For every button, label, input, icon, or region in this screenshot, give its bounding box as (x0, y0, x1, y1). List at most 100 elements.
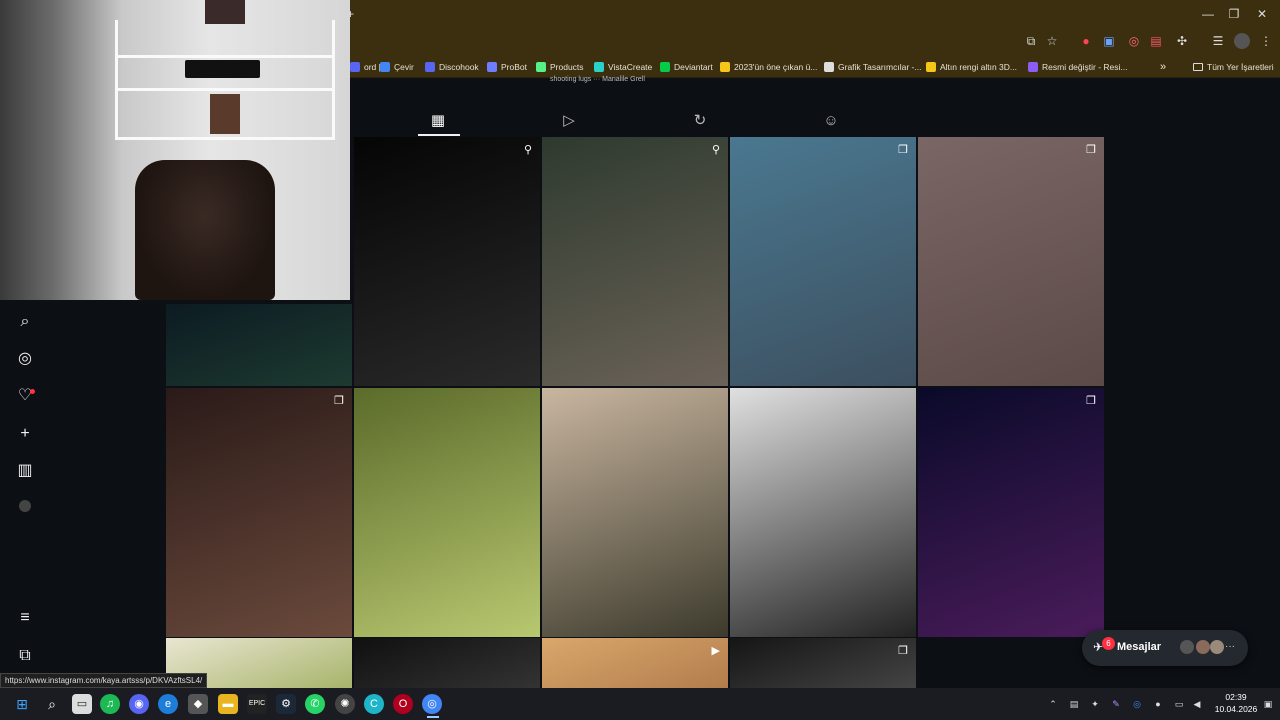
shelf-board (115, 88, 335, 91)
pinned-icon: ⚲ (523, 144, 532, 156)
webcam-overlay (0, 0, 350, 300)
opera-icon[interactable]: O (393, 694, 413, 714)
bookmark-favicon-icon (720, 62, 730, 72)
tray-overflow-chevron[interactable]: ⌃ (1047, 698, 1059, 710)
bookmark-favicon-icon (594, 62, 604, 72)
leather-chair (135, 160, 275, 300)
post-6[interactable]: ❐ (166, 388, 352, 637)
bookmark-star-icon[interactable]: ☆ (1044, 33, 1060, 49)
shelf-board (115, 55, 335, 58)
extensions-puzzle-icon[interactable]: ✣ (1174, 33, 1190, 49)
bookmark-favicon-icon (425, 62, 435, 72)
steam-icon[interactable]: ⚙ (276, 694, 296, 714)
profile-avatar[interactable] (14, 497, 36, 519)
bookmarks-overflow-chevron[interactable]: » (1160, 59, 1166, 75)
chrome-icon[interactable]: ◎ (422, 694, 442, 714)
bookmark-item[interactable]: ProBot (487, 59, 527, 75)
bookmark-item[interactable]: ord | (350, 59, 381, 75)
reel-icon: ▶ (711, 645, 720, 657)
extension-target-icon[interactable]: ◎ (1126, 33, 1142, 49)
bookmark-item[interactable]: Grafik Tasarımcılar -... (824, 59, 921, 75)
post-7[interactable] (354, 388, 540, 637)
search-taskbar-icon[interactable]: ⌕ (42, 694, 62, 714)
file-explorer-icon[interactable]: ▬ (218, 694, 238, 714)
carousel-icon: ❐ (1086, 395, 1096, 407)
task-view-icon[interactable]: ▭ (72, 694, 92, 714)
browser-menu-icon[interactable]: ⋮ (1258, 33, 1274, 49)
install-app-icon[interactable]: ⧉ (1023, 33, 1039, 49)
app-icon[interactable]: ◆ (188, 694, 208, 714)
post-9[interactable] (730, 388, 916, 637)
bookmark-item[interactable]: Altın rengi altın 3D... (926, 59, 1017, 75)
bookmark-item[interactable]: VistaCreate (594, 59, 652, 75)
tray-icon[interactable]: ✎ (1110, 698, 1122, 710)
tray-chrome-icon[interactable]: ◎ (1131, 698, 1143, 710)
insights-icon[interactable]: ▥ (14, 460, 36, 482)
microphone-icon[interactable]: ● (1152, 698, 1164, 710)
network-icon[interactable]: ▭ (1173, 698, 1185, 710)
post-12[interactable] (354, 638, 540, 688)
restore-button[interactable]: ❐ (1224, 4, 1244, 24)
taskbar-clock[interactable]: 02:39 10.04.2026 (1206, 691, 1266, 715)
extension-pdf-icon[interactable]: ▤ (1148, 33, 1164, 49)
more-menu-icon[interactable]: ≡ (14, 607, 36, 629)
volume-icon[interactable]: ◀ (1191, 698, 1203, 710)
bookmark-label: Altın rengi altın 3D... (940, 62, 1018, 72)
tray-icon[interactable]: ✦ (1089, 698, 1101, 710)
search-icon[interactable]: ⌕ (14, 311, 36, 333)
epic-games-icon[interactable]: EPIC (247, 694, 267, 714)
start-windows-icon[interactable]: ⊞ (12, 694, 32, 714)
notification-center-icon[interactable]: ▣ (1262, 698, 1274, 710)
post-2[interactable]: ⚲ (354, 137, 540, 386)
tab-reposts-icon[interactable]: ↻ (690, 111, 710, 131)
bookmark-item[interactable]: Products (536, 59, 584, 75)
tray-icon[interactable]: ▤ (1068, 698, 1080, 710)
carousel-icon: ❐ (334, 395, 344, 407)
extension-translate-icon[interactable]: ▣ (1101, 33, 1117, 49)
bookmark-label: VistaCreate (608, 62, 653, 72)
moon-phase-lamp (185, 60, 260, 78)
bookmark-item[interactable]: Resmi değiştir - Resi... (1028, 59, 1128, 75)
edge-icon[interactable]: e (158, 694, 178, 714)
messages-count-badge: 6 (1102, 637, 1115, 650)
canva-icon[interactable]: C (364, 694, 384, 714)
chatgpt-icon[interactable]: ✺ (335, 694, 355, 714)
bookmark-label: Products (550, 62, 584, 72)
bookmark-favicon-icon (350, 62, 360, 72)
clock-time: 02:39 (1225, 692, 1247, 702)
tab-tagged-icon[interactable]: ☺ (821, 111, 841, 131)
post-13[interactable]: ▶ (542, 638, 728, 688)
tab-posts-grid-icon[interactable]: ▦ (428, 111, 448, 131)
bookmark-label: 2023'ün öne çıkan ü... (734, 62, 818, 72)
post-4[interactable]: ❐ (730, 137, 916, 386)
bookmark-label: Discohook (439, 62, 479, 72)
spotify-icon[interactable]: ♫ (100, 694, 120, 714)
extension-record-icon[interactable]: ● (1078, 33, 1094, 49)
bookmark-item[interactable]: Deviantart (660, 59, 713, 75)
bookmark-item[interactable]: Çevir (380, 59, 414, 75)
explore-icon[interactable]: ◎ (14, 348, 36, 370)
whatsapp-icon[interactable]: ✆ (305, 694, 325, 714)
chat-avatar (1180, 640, 1194, 654)
also-from-meta-icon[interactable]: ⧉ (14, 645, 36, 667)
folder-icon (1193, 63, 1203, 71)
post-14[interactable]: ❐ (730, 638, 916, 688)
post-5[interactable]: ❐ (918, 137, 1104, 386)
post-1[interactable] (166, 304, 352, 386)
discord-icon[interactable]: ◉ (129, 694, 149, 714)
bookmark-item[interactable]: Discohook (425, 59, 479, 75)
post-10[interactable]: ❐ (918, 388, 1104, 637)
bookmark-label: ord | (364, 62, 381, 72)
create-icon[interactable]: + (14, 423, 36, 445)
bookmark-item[interactable]: 2023'ün öne çıkan ü... (720, 59, 817, 75)
minimize-button[interactable]: — (1198, 4, 1218, 24)
profile-avatar-icon[interactable] (1234, 33, 1250, 49)
all-bookmarks-folder[interactable]: Tüm Yer İşaretleri (1193, 59, 1274, 75)
reading-list-icon[interactable]: ☰ (1210, 33, 1226, 49)
close-window-button[interactable]: ✕ (1252, 4, 1272, 24)
tab-reels-icon[interactable]: ▷ (559, 111, 579, 131)
bookmark-favicon-icon (824, 62, 834, 72)
post-8[interactable] (542, 388, 728, 637)
post-3[interactable]: ⚲ (542, 137, 728, 386)
bookmark-favicon-icon (660, 62, 670, 72)
